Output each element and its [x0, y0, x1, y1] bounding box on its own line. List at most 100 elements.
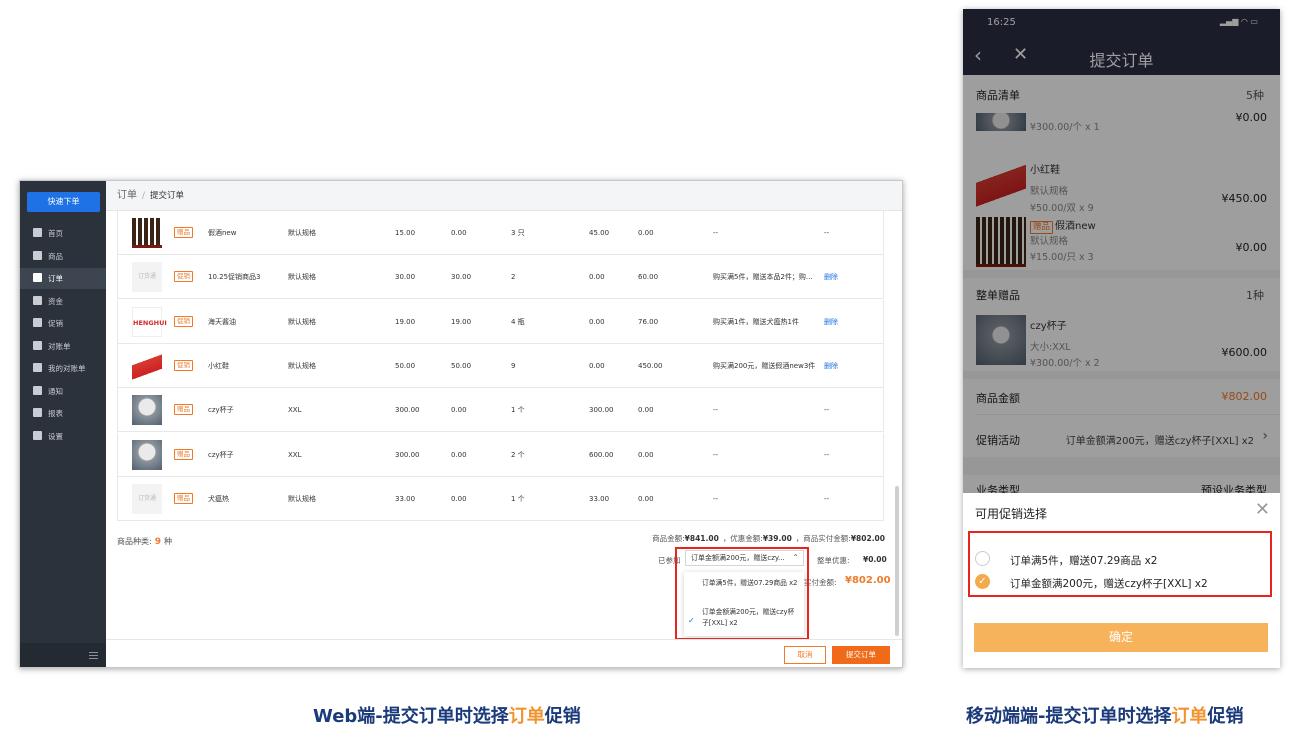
table-row: 赠品 czy杯子 XXL 300.00 0.00 1 个 300.00 0.00 -- -- — [117, 388, 884, 433]
cell-price: 33.00 — [395, 494, 416, 503]
sidebar-item-label: 报表 — [48, 409, 63, 418]
promo-tag: 赠品 — [174, 404, 193, 416]
sidebar-item[interactable]: 订单 — [20, 268, 106, 289]
sidebar-item[interactable]: 商品 — [20, 246, 106, 267]
breadcrumb-orders-link[interactable]: 订单 — [117, 190, 137, 201]
cell-price: 30.00 — [395, 273, 416, 282]
sidebar-item[interactable]: 首页 — [20, 223, 106, 244]
kinds-label: 商品种类: — [117, 537, 152, 546]
cancel-button[interactable]: 取消 — [784, 646, 826, 664]
web-caption: Web端-提交订单时选择订单促销 — [313, 702, 581, 728]
cell-name: 假酒new — [208, 229, 237, 237]
goods-icon — [33, 250, 42, 260]
cell-promo: 购买满5件，赠送本品2件；购... — [713, 273, 813, 282]
promo-tag: 促销 — [174, 315, 193, 327]
cell-qty: 4 瓶 — [511, 317, 525, 326]
caption-text: Web端-提交订单时选择 — [313, 706, 509, 727]
funds-icon — [33, 295, 42, 305]
cell-name: czy杯子 — [208, 406, 234, 415]
sidebar-item-label: 商品 — [48, 251, 63, 261]
caption-text: 促销 — [1207, 706, 1244, 727]
delete-link[interactable]: 删除 — [824, 255, 838, 299]
breadcrumb-current: 提交订单 — [150, 191, 185, 201]
cell-qty: 2 个 — [511, 450, 525, 459]
cell-price: 300.00 — [395, 406, 420, 415]
caption-text: 移动端端-提交订单时选择 — [966, 706, 1172, 727]
close-icon[interactable]: ✕ — [1255, 499, 1270, 520]
goods-amount-value: ¥841.00 — [684, 534, 719, 543]
submit-order-button[interactable]: 提交订单 — [832, 646, 890, 664]
table-row: 赠品 假酒new 默认规格 15.00 0.00 3 只 45.00 0.00 -- -- — [117, 211, 884, 255]
cell-price2: 30.00 — [451, 273, 472, 282]
product-image — [132, 218, 162, 248]
sidebar-item[interactable]: 促销 — [20, 313, 106, 334]
promo-tag: 促销 — [174, 359, 193, 371]
sidebar-item-label: 资金 — [48, 296, 63, 306]
highlight-box — [968, 531, 1272, 597]
cell-qty: 2 — [511, 273, 516, 282]
delete-link[interactable]: 删除 — [824, 300, 838, 344]
sidebar-item-label: 我的对账单 — [48, 364, 86, 373]
cell-amount: 600.00 — [589, 450, 614, 459]
cell-price2: 19.00 — [451, 317, 472, 326]
sidebar-item[interactable]: 报表 — [20, 403, 106, 424]
cell-spec: XXL — [288, 450, 302, 459]
modal-overlay[interactable] — [963, 9, 1280, 493]
delete-link[interactable]: 删除 — [824, 344, 838, 388]
discount-value: ¥39.00 — [762, 534, 792, 543]
highlight-box — [675, 547, 809, 640]
cell-spec: 默认规格 — [288, 229, 316, 237]
sidebar-item[interactable]: 通知 — [20, 381, 106, 402]
sidebar-item-label: 促销 — [48, 319, 63, 328]
table-row: HENGHUI 促销 海天酱油 默认规格 19.00 19.00 4 瓶 0.00 76.00 购… — [117, 299, 884, 344]
goods-kinds-summary: 商品种类: 9 种 — [117, 536, 172, 547]
cell-paid: 0.00 — [638, 494, 654, 503]
cell-price2: 0.00 — [451, 494, 467, 503]
kinds-unit: 种 — [163, 537, 172, 546]
cell-price: 19.00 — [395, 317, 416, 326]
sidebar-item[interactable]: 我的对账单 — [20, 358, 106, 379]
cell-action: -- — [824, 450, 830, 459]
breadcrumb-separator: / — [142, 191, 146, 201]
promo-tag: 赠品 — [174, 227, 193, 238]
cell-qty: 1 个 — [511, 406, 525, 415]
table-row: 促销 小红鞋 默认规格 50.00 50.00 9 0.00 450.00 购买满200元，赠送… — [117, 343, 884, 388]
table-row: 订货通 赠品 犬瘟热 默认规格 33.00 0.00 1 个 33.00 0.00 -- -- — [117, 476, 884, 521]
goods-amount-label: 商品金额: — [652, 534, 685, 543]
statement-icon — [33, 340, 42, 350]
sidebar-item-label: 设置 — [48, 431, 63, 441]
order-icon — [33, 273, 42, 282]
product-image — [132, 439, 162, 470]
report-icon — [33, 408, 42, 417]
discount-label: ，优惠金额: — [722, 534, 763, 543]
promo-tag: 赠品 — [174, 492, 193, 504]
sidebar-item[interactable]: 对账单 — [20, 336, 106, 357]
promotion-icon — [33, 318, 42, 327]
mobile-order-screen: 16:25 ▂▄▆ ◠ ▭ ‹ ✕ 提交订单 商品清单 5种 ¥300.00/个… — [963, 9, 1280, 668]
cell-paid: 0.00 — [638, 450, 654, 459]
product-image — [132, 350, 162, 381]
cell-promo: -- — [713, 406, 719, 415]
collapse-menu-icon[interactable] — [89, 652, 98, 659]
product-image: HENGHUI — [132, 306, 167, 337]
cell-promo: -- — [713, 450, 719, 459]
scrollbar[interactable] — [895, 486, 899, 636]
cell-amount: 0.00 — [589, 361, 605, 370]
cell-promo: 购买满1件，赠送犬瘟热1件 — [713, 317, 799, 326]
sidebar-item[interactable]: 设置 — [20, 426, 106, 447]
goods-paid-label: ，商品实付金额: — [795, 534, 851, 543]
quick-order-button[interactable]: 快速下单 — [27, 192, 100, 212]
sidebar-item-label: 对账单 — [48, 341, 71, 351]
cell-price: 300.00 — [395, 450, 420, 459]
sidebar-item-label: 通知 — [48, 386, 63, 396]
cell-price2: 0.00 — [451, 450, 467, 459]
cell-spec: 默认规格 — [288, 361, 316, 370]
caption-text: 促销 — [544, 706, 581, 727]
breadcrumb: 订单 / 提交订单 — [106, 181, 902, 211]
amount-summary: 商品金额:¥841.00 ，优惠金额:¥39.00 ，商品实付金额:¥802.00 — [652, 533, 885, 544]
confirm-button[interactable]: 确定 — [974, 623, 1268, 652]
cell-name: 海天酱油 — [208, 317, 236, 326]
cell-name: 小红鞋 — [208, 361, 229, 370]
sidebar-item[interactable]: 资金 — [20, 291, 106, 312]
sidebar-item-label: 首页 — [48, 229, 63, 238]
